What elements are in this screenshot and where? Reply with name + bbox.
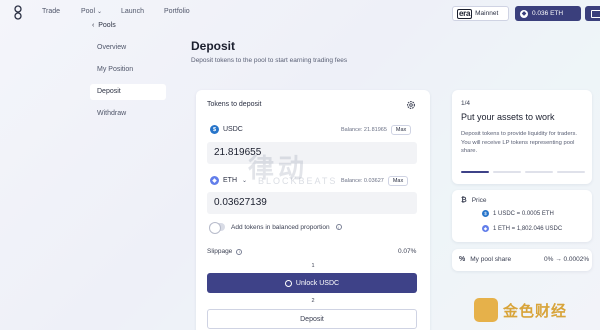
bitcoin-sign-icon: ₿: [461, 197, 467, 204]
era-logo: era: [457, 8, 473, 19]
deposit-button[interactable]: Deposit: [207, 309, 417, 329]
balance-eth: Balance: 0.03627 Max: [341, 176, 409, 186]
back-to-pools-link[interactable]: ‹ Pools: [92, 22, 116, 29]
token-selector-usdc[interactable]: $ USDC: [210, 125, 243, 134]
steps-title: Put your assets to work: [461, 112, 555, 122]
steps-card: 1/4 Put your assets to work Deposit toke…: [452, 90, 592, 184]
pool-share-header: % My pool share: [459, 256, 511, 263]
watermark-corner-text: 金色财经: [503, 302, 568, 320]
top-navigation: Trade Pool ⌄ Launch Portfolio era Mainnet…: [0, 0, 600, 26]
progress-segment[interactable]: [493, 171, 521, 173]
price-title: Price: [471, 197, 487, 204]
nav-portfolio[interactable]: Portfolio: [164, 8, 190, 15]
pool-share-title: My pool share: [470, 256, 512, 263]
token-selector-eth[interactable]: ◆ ETH ⌄: [210, 176, 247, 185]
progress-segment[interactable]: [525, 171, 553, 173]
nav-pool-label: Pool: [81, 8, 96, 15]
nav-trade[interactable]: Trade: [42, 8, 60, 15]
steps-description: Deposit tokens to provide liquidity for …: [461, 131, 577, 154]
sidebar-item-my-position[interactable]: My Position: [90, 62, 166, 78]
wallet-icon[interactable]: [585, 6, 600, 21]
max-button-eth[interactable]: Max: [387, 176, 409, 186]
unlock-button-label: Unlock USDC: [295, 279, 340, 287]
unlock-usdc-button[interactable]: Unlock USDC: [207, 273, 417, 293]
tokens-to-deposit-label: Tokens to deposit: [207, 101, 262, 108]
wallet-balance: 0.036 ETH: [532, 10, 564, 17]
lock-icon: [284, 279, 292, 287]
token-symbol-eth: ETH: [223, 177, 237, 184]
amount-input-eth[interactable]: 0.03627139: [207, 192, 417, 214]
network-selector-button[interactable]: era Mainnet: [452, 6, 509, 21]
progress-segment[interactable]: [461, 171, 489, 173]
pool-share-card: % My pool share 0% → 0.0002%: [452, 249, 592, 271]
nav-pool[interactable]: Pool ⌄: [81, 8, 102, 15]
balanced-proportion-toggle[interactable]: [209, 222, 225, 234]
price-card: ₿ Price $ 1 USDC = 0.0005 ETH ◆ 1 ETH = …: [452, 190, 592, 242]
watermark-subtext: BLOCKBEATS: [258, 176, 338, 186]
slippage-value[interactable]: 0.07%: [398, 248, 416, 255]
info-icon[interactable]: i: [335, 224, 342, 230]
chevron-down-icon: ⌄: [97, 9, 103, 15]
price-usdc-eth: $ 1 USDC = 0.0005 ETH: [482, 210, 554, 217]
deposit-card: Tokens to deposit $ USDC Balance: 21.819…: [196, 90, 430, 330]
balance-eth-text: Balance: 0.03627: [341, 178, 384, 184]
page-title: Deposit: [191, 39, 236, 53]
max-button-usdc[interactable]: Max: [390, 125, 412, 135]
network-label: Mainnet: [475, 10, 499, 17]
eth-icon: ◆: [210, 176, 219, 185]
balanced-proportion-row: Add tokens in balanced proportion i: [209, 222, 342, 234]
price-line-2: 1 ETH = 1,802.046 USDC: [493, 225, 563, 232]
usdc-icon: $: [210, 125, 219, 134]
price-eth-usdc: ◆ 1 ETH = 1,802.046 USDC: [482, 225, 562, 232]
gear-icon[interactable]: [406, 100, 416, 110]
amount-input-usdc[interactable]: 21.819655: [207, 142, 417, 164]
steps-progress: [461, 171, 585, 174]
slippage-row: Slippage i: [207, 248, 243, 255]
nav-launch[interactable]: Launch: [121, 8, 144, 15]
back-pools-label: Pools: [98, 22, 116, 29]
wallet-balance-button[interactable]: ◆ 0.036 ETH: [515, 6, 581, 21]
price-header: ₿ Price: [461, 197, 487, 204]
eth-icon: ◆: [520, 9, 528, 18]
usdc-icon: $: [482, 210, 489, 217]
watermark-logo: [474, 298, 498, 322]
slippage-label: Slippage: [207, 248, 233, 255]
sidebar-item-deposit[interactable]: Deposit: [90, 84, 166, 100]
token-symbol-usdc: USDC: [223, 126, 243, 133]
balance-usdc-text: Balance: 21.81965: [341, 127, 387, 133]
percent-icon: %: [459, 256, 466, 263]
balanced-proportion-label: Add tokens in balanced proportion: [231, 223, 330, 231]
step-number-1: 1: [308, 261, 318, 271]
price-line-1: 1 USDC = 0.0005 ETH: [493, 210, 554, 217]
pool-share-value: 0% → 0.0002%: [544, 256, 590, 263]
progress-segment[interactable]: [557, 171, 585, 173]
balance-usdc: Balance: 21.81965 Max: [341, 125, 412, 135]
steps-count: 1/4: [461, 100, 471, 107]
chevron-down-icon: ⌄: [242, 178, 248, 184]
step-number-2: 2: [308, 296, 318, 306]
sidebar-item-overview[interactable]: Overview: [90, 40, 166, 56]
info-icon[interactable]: i: [236, 248, 243, 255]
eth-icon: ◆: [482, 225, 489, 232]
corner-watermark: 金色财经: [474, 296, 598, 324]
app-logo-icon[interactable]: [12, 5, 24, 20]
sidebar-item-withdraw[interactable]: Withdraw: [90, 106, 166, 122]
page-subtitle: Deposit tokens to the pool to start earn…: [191, 57, 348, 64]
